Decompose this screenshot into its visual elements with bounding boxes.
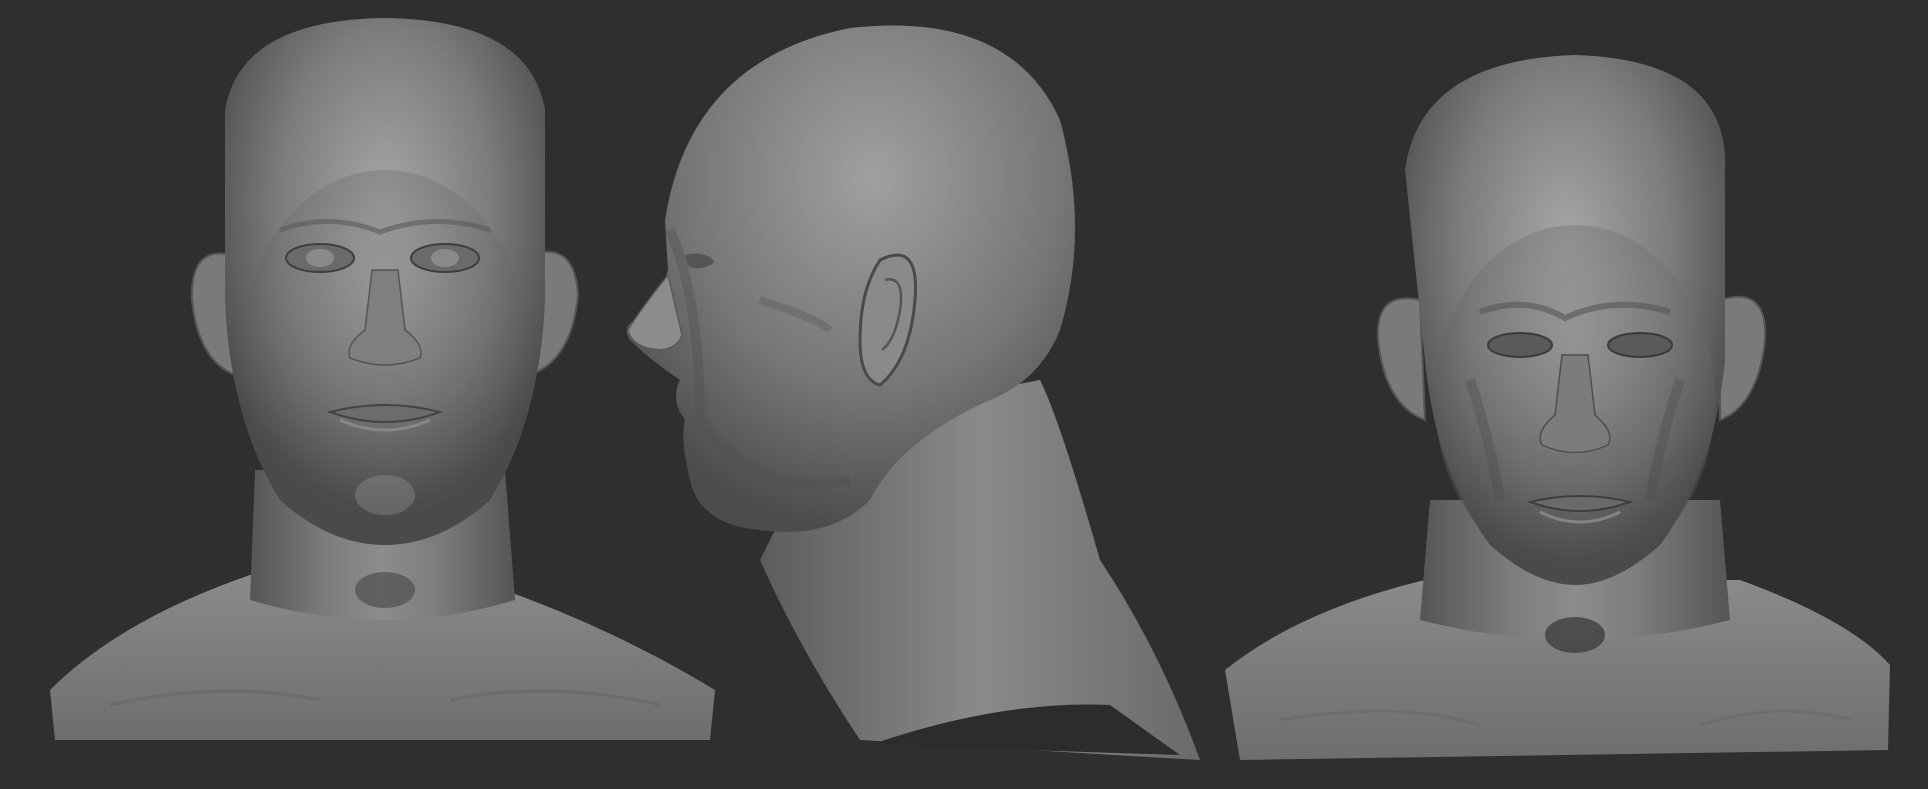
three-quarter-front-view xyxy=(1225,55,1890,760)
variant-eye-right xyxy=(1607,332,1673,358)
front-view xyxy=(50,18,715,740)
side-view xyxy=(626,25,1200,760)
variant-ear-right xyxy=(1719,295,1767,422)
variant-eye-left xyxy=(1487,332,1553,358)
render-canvas xyxy=(50,18,1890,760)
sculpt-viewport[interactable] xyxy=(0,0,1928,789)
variant-ear-left xyxy=(1376,297,1427,422)
